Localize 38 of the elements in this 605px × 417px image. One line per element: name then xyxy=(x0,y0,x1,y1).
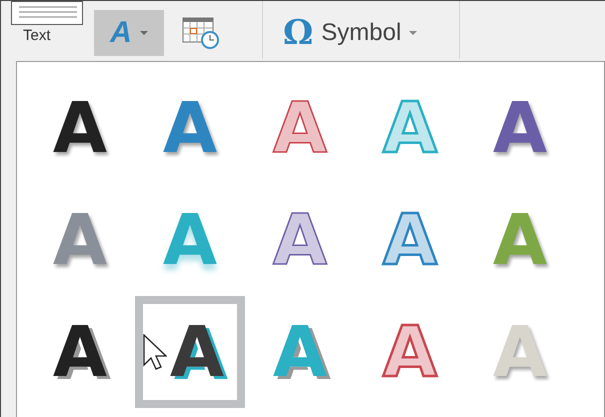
wordart-letter: A xyxy=(52,93,108,163)
wordart-letter: A xyxy=(492,205,548,275)
wordart-letter: A xyxy=(382,93,438,163)
wordart-style-option[interactable]: A xyxy=(465,296,575,408)
wordart-style-option[interactable]: A xyxy=(245,72,355,184)
wordart-style-option[interactable]: A xyxy=(135,296,245,408)
wordart-style-option[interactable]: A xyxy=(135,184,245,296)
wordart-letter: A xyxy=(52,205,108,275)
wordart-letter: A xyxy=(170,317,224,387)
wordart-button[interactable]: A xyxy=(94,10,164,56)
caret-icon xyxy=(409,31,418,35)
wordart-letter: A xyxy=(272,93,328,163)
calendar-clock-icon[interactable] xyxy=(182,15,220,49)
wordart-style-option[interactable]: A xyxy=(355,296,465,408)
wordart-letter: A xyxy=(382,317,438,387)
wordart-letter: A xyxy=(492,317,548,387)
wordart-style-option[interactable]: A xyxy=(355,72,465,184)
wordart-style-option[interactable]: A xyxy=(355,184,465,296)
wordart-letter: A xyxy=(162,93,218,163)
wordart-style-option[interactable]: A xyxy=(465,184,575,296)
wordart-style-option[interactable]: A xyxy=(245,296,355,408)
wordart-style-option[interactable]: A xyxy=(25,184,135,296)
mouse-pointer-icon xyxy=(143,334,167,370)
wordart-style-option[interactable]: A xyxy=(25,72,135,184)
text-box-icon[interactable] xyxy=(11,1,83,25)
wordart-letter: A xyxy=(162,205,218,275)
wordart-letter: A xyxy=(492,93,548,163)
wordart-style-option[interactable]: A xyxy=(465,72,575,184)
wordart-letter: A xyxy=(272,205,328,275)
wordart-style-option[interactable]: A xyxy=(245,184,355,296)
wordart-style-option[interactable]: A xyxy=(135,72,245,184)
text-group-label: Text xyxy=(23,27,52,44)
caret-icon xyxy=(140,31,148,35)
wordart-style-option[interactable]: A xyxy=(25,296,135,408)
symbol-button[interactable]: Ω Symbol xyxy=(283,13,418,53)
wordart-letter: A xyxy=(382,205,438,275)
wordart-letter: A xyxy=(272,317,328,387)
wordart-letter: A xyxy=(52,317,108,387)
